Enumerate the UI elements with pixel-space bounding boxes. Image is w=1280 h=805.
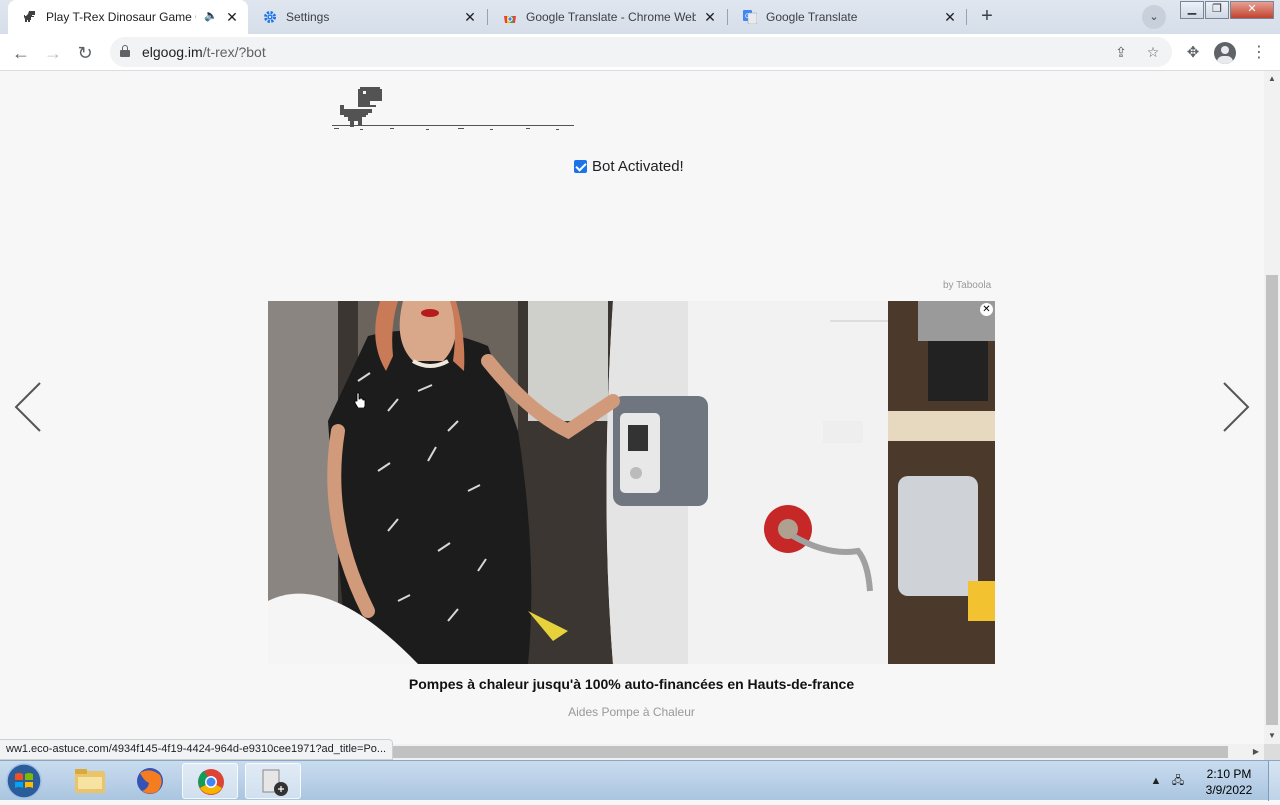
tab-title: Settings: [286, 10, 330, 24]
ground-pebble: [334, 128, 339, 129]
address-bar[interactable]: elgoog.im/t-rex/?bot ⇪ ☆: [110, 37, 1172, 67]
bookmark-star-icon[interactable]: ☆: [1142, 41, 1164, 63]
media-app-icon: [262, 769, 288, 796]
browser-toolbar: ← → ↻ elgoog.im/t-rex/?bot ⇪ ☆ ✥ ⋮: [0, 34, 1280, 71]
profile-avatar-icon[interactable]: [1214, 42, 1236, 64]
dino-icon: [22, 9, 38, 25]
reload-icon[interactable]: ↻: [72, 40, 98, 66]
taskbar-media-app[interactable]: [245, 763, 301, 799]
show-desktop-button[interactable]: [1268, 761, 1280, 801]
tab-title: Google Translate: [766, 10, 858, 24]
show-hidden-icons-arrow-icon[interactable]: ▲: [1148, 773, 1164, 789]
tab-strip: Play T-Rex Dinosaur Game O 🔈 ✕ Settings …: [0, 0, 1280, 34]
restore-button[interactable]: ❐: [1205, 1, 1229, 19]
game-ground-line: [332, 125, 574, 126]
tab-title: Google Translate - Chrome Web: [526, 10, 696, 24]
clock-time: 2:10 PM: [1206, 767, 1252, 781]
carousel-next-arrow-icon[interactable]: [1220, 381, 1252, 433]
taboola-attribution[interactable]: by Taboola: [943, 280, 991, 291]
new-tab-button[interactable]: +: [976, 6, 998, 28]
window-close-button[interactable]: ✕: [1230, 1, 1274, 19]
scroll-down-arrow-icon[interactable]: ▼: [1264, 728, 1280, 744]
tab-separator: [966, 9, 967, 25]
speaker-icon[interactable]: 🔈: [204, 9, 218, 22]
extensions-puzzle-icon[interactable]: ✥: [1180, 40, 1206, 66]
chrome-icon: [198, 769, 224, 795]
tab-chrome-web-store[interactable]: Google Translate - Chrome Web ✕: [488, 0, 726, 34]
network-icon[interactable]: 🖧: [1170, 773, 1186, 789]
taskbar-chrome[interactable]: [182, 763, 238, 799]
scrollbar-corner: [1264, 744, 1280, 760]
firefox-icon: [137, 768, 163, 794]
clock-date: 3/9/2022: [1205, 783, 1253, 797]
back-arrow-icon[interactable]: ←: [8, 40, 34, 66]
ad-source[interactable]: Aides Pompe à Chaleur: [268, 705, 995, 719]
lock-icon[interactable]: [120, 45, 130, 57]
ground-pebble: [360, 129, 363, 130]
bot-toggle-row[interactable]: Bot Activated!: [574, 158, 684, 175]
bot-checkbox[interactable]: [574, 160, 587, 173]
scroll-up-arrow-icon[interactable]: ▲: [1264, 71, 1280, 87]
windows-start-button[interactable]: [4, 763, 44, 799]
tab-google-translate[interactable]: G Google Translate ✕: [728, 0, 966, 34]
tab-title: Play T-Rex Dinosaur Game O: [46, 10, 196, 24]
browser-menu-icon[interactable]: ⋮: [1246, 40, 1272, 66]
close-tab-icon[interactable]: ✕: [462, 9, 478, 25]
trex-dino: [340, 87, 382, 127]
share-icon[interactable]: ⇪: [1110, 41, 1132, 63]
ad-title[interactable]: Pompes à chaleur jusqu'à 100% auto-finan…: [268, 676, 995, 692]
url-text[interactable]: elgoog.im/t-rex/?bot: [142, 44, 266, 60]
carousel-prev-arrow-icon[interactable]: [12, 381, 44, 433]
page-content: Bot Activated! by Taboola ✕ Pompes à cha…: [0, 71, 1264, 744]
ground-pebble: [526, 128, 530, 129]
svg-text:G: G: [745, 13, 750, 20]
ground-pebble: [556, 129, 559, 130]
hand-cursor-icon: [354, 392, 366, 408]
tab-trex-game[interactable]: Play T-Rex Dinosaur Game O 🔈 ✕: [8, 0, 248, 34]
ground-pebble: [426, 129, 429, 130]
ground-pebble: [390, 128, 394, 129]
url-path: /t-rex/?bot: [202, 44, 266, 60]
close-tab-icon[interactable]: ✕: [224, 9, 240, 25]
scroll-right-arrow-icon[interactable]: ▶: [1248, 744, 1264, 760]
bot-label: Bot Activated!: [592, 158, 684, 175]
link-status-bubble: ww1.eco-astuce.com/4934f145-4f19-4424-96…: [0, 739, 394, 760]
windows-taskbar: ▲ 🖧 2:10 PM 3/9/2022: [0, 760, 1280, 801]
close-tab-icon[interactable]: ✕: [702, 9, 718, 25]
google-translate-icon: G: [742, 9, 758, 25]
trex-game-canvas[interactable]: [330, 85, 576, 135]
forward-arrow-icon[interactable]: →: [40, 40, 66, 66]
gear-icon: [262, 9, 278, 25]
taskbar-firefox[interactable]: [122, 763, 178, 799]
close-tab-icon[interactable]: ✕: [942, 9, 958, 25]
tab-search-chevron-icon[interactable]: ⌄: [1142, 5, 1166, 29]
tab-settings[interactable]: Settings ✕: [248, 0, 486, 34]
chrome-web-store-icon: [502, 9, 518, 25]
taskbar-explorer[interactable]: [62, 763, 118, 799]
ad-close-icon[interactable]: ✕: [980, 303, 993, 316]
url-host: elgoog.im: [142, 44, 203, 60]
ground-pebble: [490, 129, 493, 130]
vertical-scroll-thumb[interactable]: [1266, 275, 1278, 725]
minimize-button[interactable]: ▁: [1180, 1, 1204, 19]
taskbar-clock[interactable]: 2:10 PM 3/9/2022: [1198, 766, 1260, 798]
ad-image[interactable]: [268, 301, 995, 664]
vertical-scrollbar[interactable]: ▲ ▼: [1264, 71, 1280, 744]
folder-icon: [75, 769, 105, 793]
ad-photo: [268, 301, 995, 664]
ground-pebble: [458, 128, 464, 129]
